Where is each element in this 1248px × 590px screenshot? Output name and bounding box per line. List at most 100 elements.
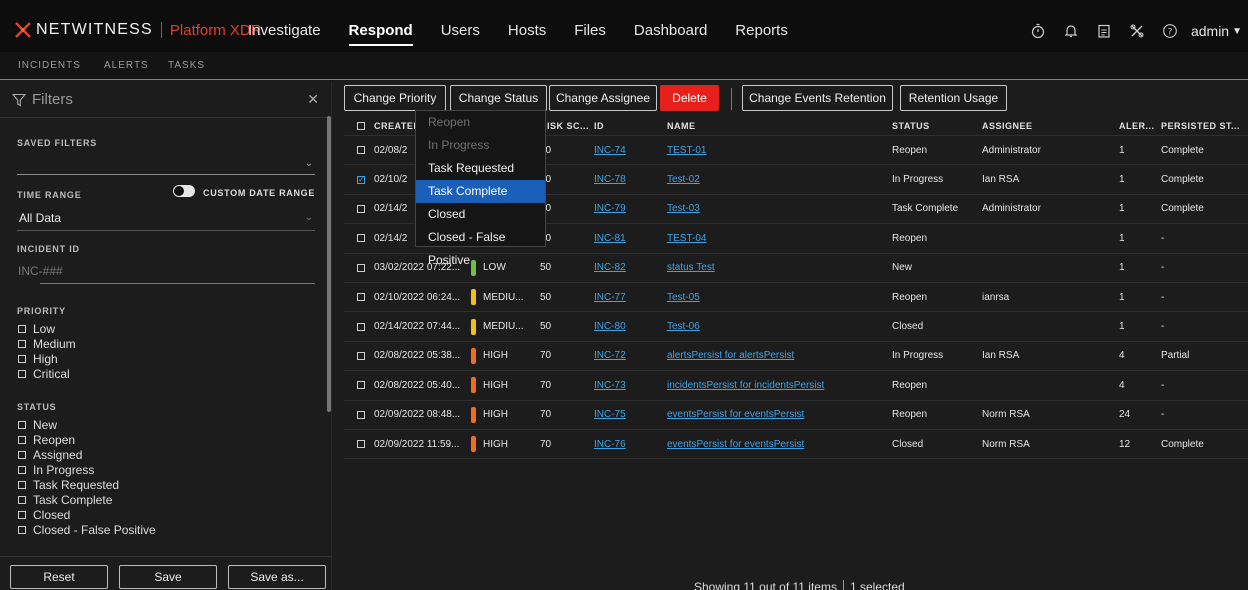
status-option-closed[interactable]: Closed [18,507,156,522]
table-row[interactable]: 02/10/2022 06:24... MEDIU... 50 INC-77 Test-… [344,283,1248,313]
saved-filters-select[interactable]: ⌄ [17,148,315,174]
user-menu[interactable]: admin ▼ [1191,23,1242,39]
header-status[interactable]: STATUS [888,121,978,131]
stopwatch-icon[interactable] [1027,20,1049,42]
priority-option-medium[interactable]: Medium [18,336,76,351]
tab-tasks[interactable]: TASKS [168,60,205,71]
incident-id-link[interactable]: INC-74 [590,145,663,156]
checkbox[interactable] [18,354,26,363]
close-icon[interactable]: ✕ [307,91,319,108]
incident-id-link[interactable]: INC-72 [590,350,663,361]
row-checkbox[interactable] [344,234,370,243]
incident-id-link[interactable]: INC-80 [590,321,663,332]
row-checkbox[interactable]: ✓ [344,175,370,184]
incident-id-link[interactable]: INC-77 [590,292,663,303]
priority-option-low[interactable]: Low [18,321,76,336]
select-all-checkbox[interactable] [344,121,370,130]
status-option-task-requested[interactable]: Task Requested [18,477,156,492]
incident-name-link[interactable]: eventsPersist for eventsPersist [663,439,888,450]
header-name[interactable]: NAME [663,121,888,131]
status-option-task-requested[interactable]: Task Requested [416,157,545,180]
status-option-assigned[interactable]: Assigned [18,447,156,462]
row-checkbox[interactable] [344,410,370,419]
tab-incidents[interactable]: INCIDENTS [18,60,81,71]
incident-id-input[interactable]: INC-### [17,260,315,284]
checkbox[interactable] [18,435,26,444]
clipboard-icon[interactable] [1093,20,1115,42]
help-icon[interactable]: ? [1159,20,1181,42]
incident-name-link[interactable]: Test-05 [663,292,888,303]
bell-icon[interactable] [1060,20,1082,42]
status-option-task-complete[interactable]: Task Complete [18,492,156,507]
tools-icon[interactable] [1126,20,1148,42]
status-option-new[interactable]: New [18,417,156,432]
filters-scrollbar[interactable] [327,116,331,412]
incident-name-link[interactable]: Test-02 [663,174,888,185]
status-option-closed-false-positive[interactable]: Closed - False Positive [416,226,545,267]
save-as-button[interactable]: Save as... [228,565,326,589]
row-checkbox[interactable] [344,263,370,272]
table-row[interactable]: 02/09/2022 11:59... HIGH 70 INC-76 eventsPer… [344,430,1248,460]
table-row[interactable]: 02/09/2022 08:48... HIGH 70 INC-75 eventsPer… [344,401,1248,430]
header-assignee[interactable]: ASSIGNEE [978,121,1115,131]
table-row[interactable]: 02/14/2022 07:44... MEDIU... 50 INC-80 Test-… [344,312,1248,342]
delete-button[interactable]: Delete [660,85,719,111]
table-row[interactable]: 02/08/2022 05:38... HIGH 70 INC-72 alertsPer… [344,342,1248,372]
checkbox[interactable] [18,480,26,489]
incident-name-link[interactable]: Test-06 [663,321,888,332]
incident-name-link[interactable]: eventsPersist for eventsPersist [663,409,888,420]
incident-id-link[interactable]: INC-81 [590,233,663,244]
change-assignee-button[interactable]: Change Assignee [549,85,657,111]
row-checkbox[interactable] [344,351,370,360]
reset-button[interactable]: Reset [10,565,108,589]
checkbox[interactable] [18,510,26,519]
header-id[interactable]: ID [590,121,663,131]
table-row[interactable]: 02/08/2022 05:40... HIGH 70 INC-73 incidents… [344,371,1248,401]
status-option-task-complete[interactable]: Task Complete [416,180,545,203]
checkbox[interactable] [18,369,26,378]
incident-name-link[interactable]: status Test [663,262,888,273]
priority-option-high[interactable]: High [18,351,76,366]
header-alerts[interactable]: ALER... [1115,121,1157,131]
header-persisted[interactable]: PERSISTED ST... [1157,121,1248,131]
time-range-select[interactable]: All Data ⌄ [17,206,315,230]
table-row[interactable]: 03/02/2022 07:22... LOW 50 INC-82 status Tes… [344,254,1248,283]
status-option-in-progress[interactable]: In Progress [18,462,156,477]
incident-id-link[interactable]: INC-73 [590,380,663,391]
status-option-reopen[interactable]: Reopen [18,432,156,447]
checkbox[interactable] [18,420,26,429]
status-option-closed[interactable]: Closed [416,203,545,226]
incident-name-link[interactable]: TEST-04 [663,233,888,244]
row-checkbox[interactable] [344,204,370,213]
change-priority-button[interactable]: Change Priority [344,85,446,111]
row-checkbox[interactable] [344,293,370,302]
incident-name-link[interactable]: TEST-01 [663,145,888,156]
status-option-closed-false-positive[interactable]: Closed - False Positive [18,522,156,537]
row-checkbox[interactable] [344,381,370,390]
incident-name-link[interactable]: alertsPersist for alertsPersist [663,350,888,361]
incident-id-link[interactable]: INC-79 [590,203,663,214]
incident-id-link[interactable]: INC-75 [590,409,663,420]
brand[interactable]: NETWITNESS Platform XDR [14,21,262,39]
checkbox[interactable] [18,495,26,504]
incident-name-link[interactable]: incidentsPersist for incidentsPersist [663,380,888,391]
incident-id-link[interactable]: INC-78 [590,174,663,185]
checkbox[interactable] [18,525,26,534]
custom-date-range-toggle[interactable] [173,185,195,197]
checkbox[interactable] [18,339,26,348]
tab-alerts[interactable]: ALERTS [104,60,149,71]
row-checkbox[interactable] [344,146,370,155]
incident-name-link[interactable]: Test-03 [663,203,888,214]
incident-id-link[interactable]: INC-76 [590,439,663,450]
incident-id-link[interactable]: INC-82 [590,262,663,273]
checkbox[interactable] [18,450,26,459]
row-checkbox[interactable] [344,322,370,331]
priority-option-critical[interactable]: Critical [18,366,76,381]
change-events-retention-button[interactable]: Change Events Retention [742,85,893,111]
change-status-button[interactable]: Change Status [450,85,547,111]
save-button[interactable]: Save [119,565,217,589]
row-checkbox[interactable] [344,440,370,449]
retention-usage-button[interactable]: Retention Usage [900,85,1007,111]
checkbox[interactable] [18,324,26,333]
checkbox[interactable] [18,465,26,474]
